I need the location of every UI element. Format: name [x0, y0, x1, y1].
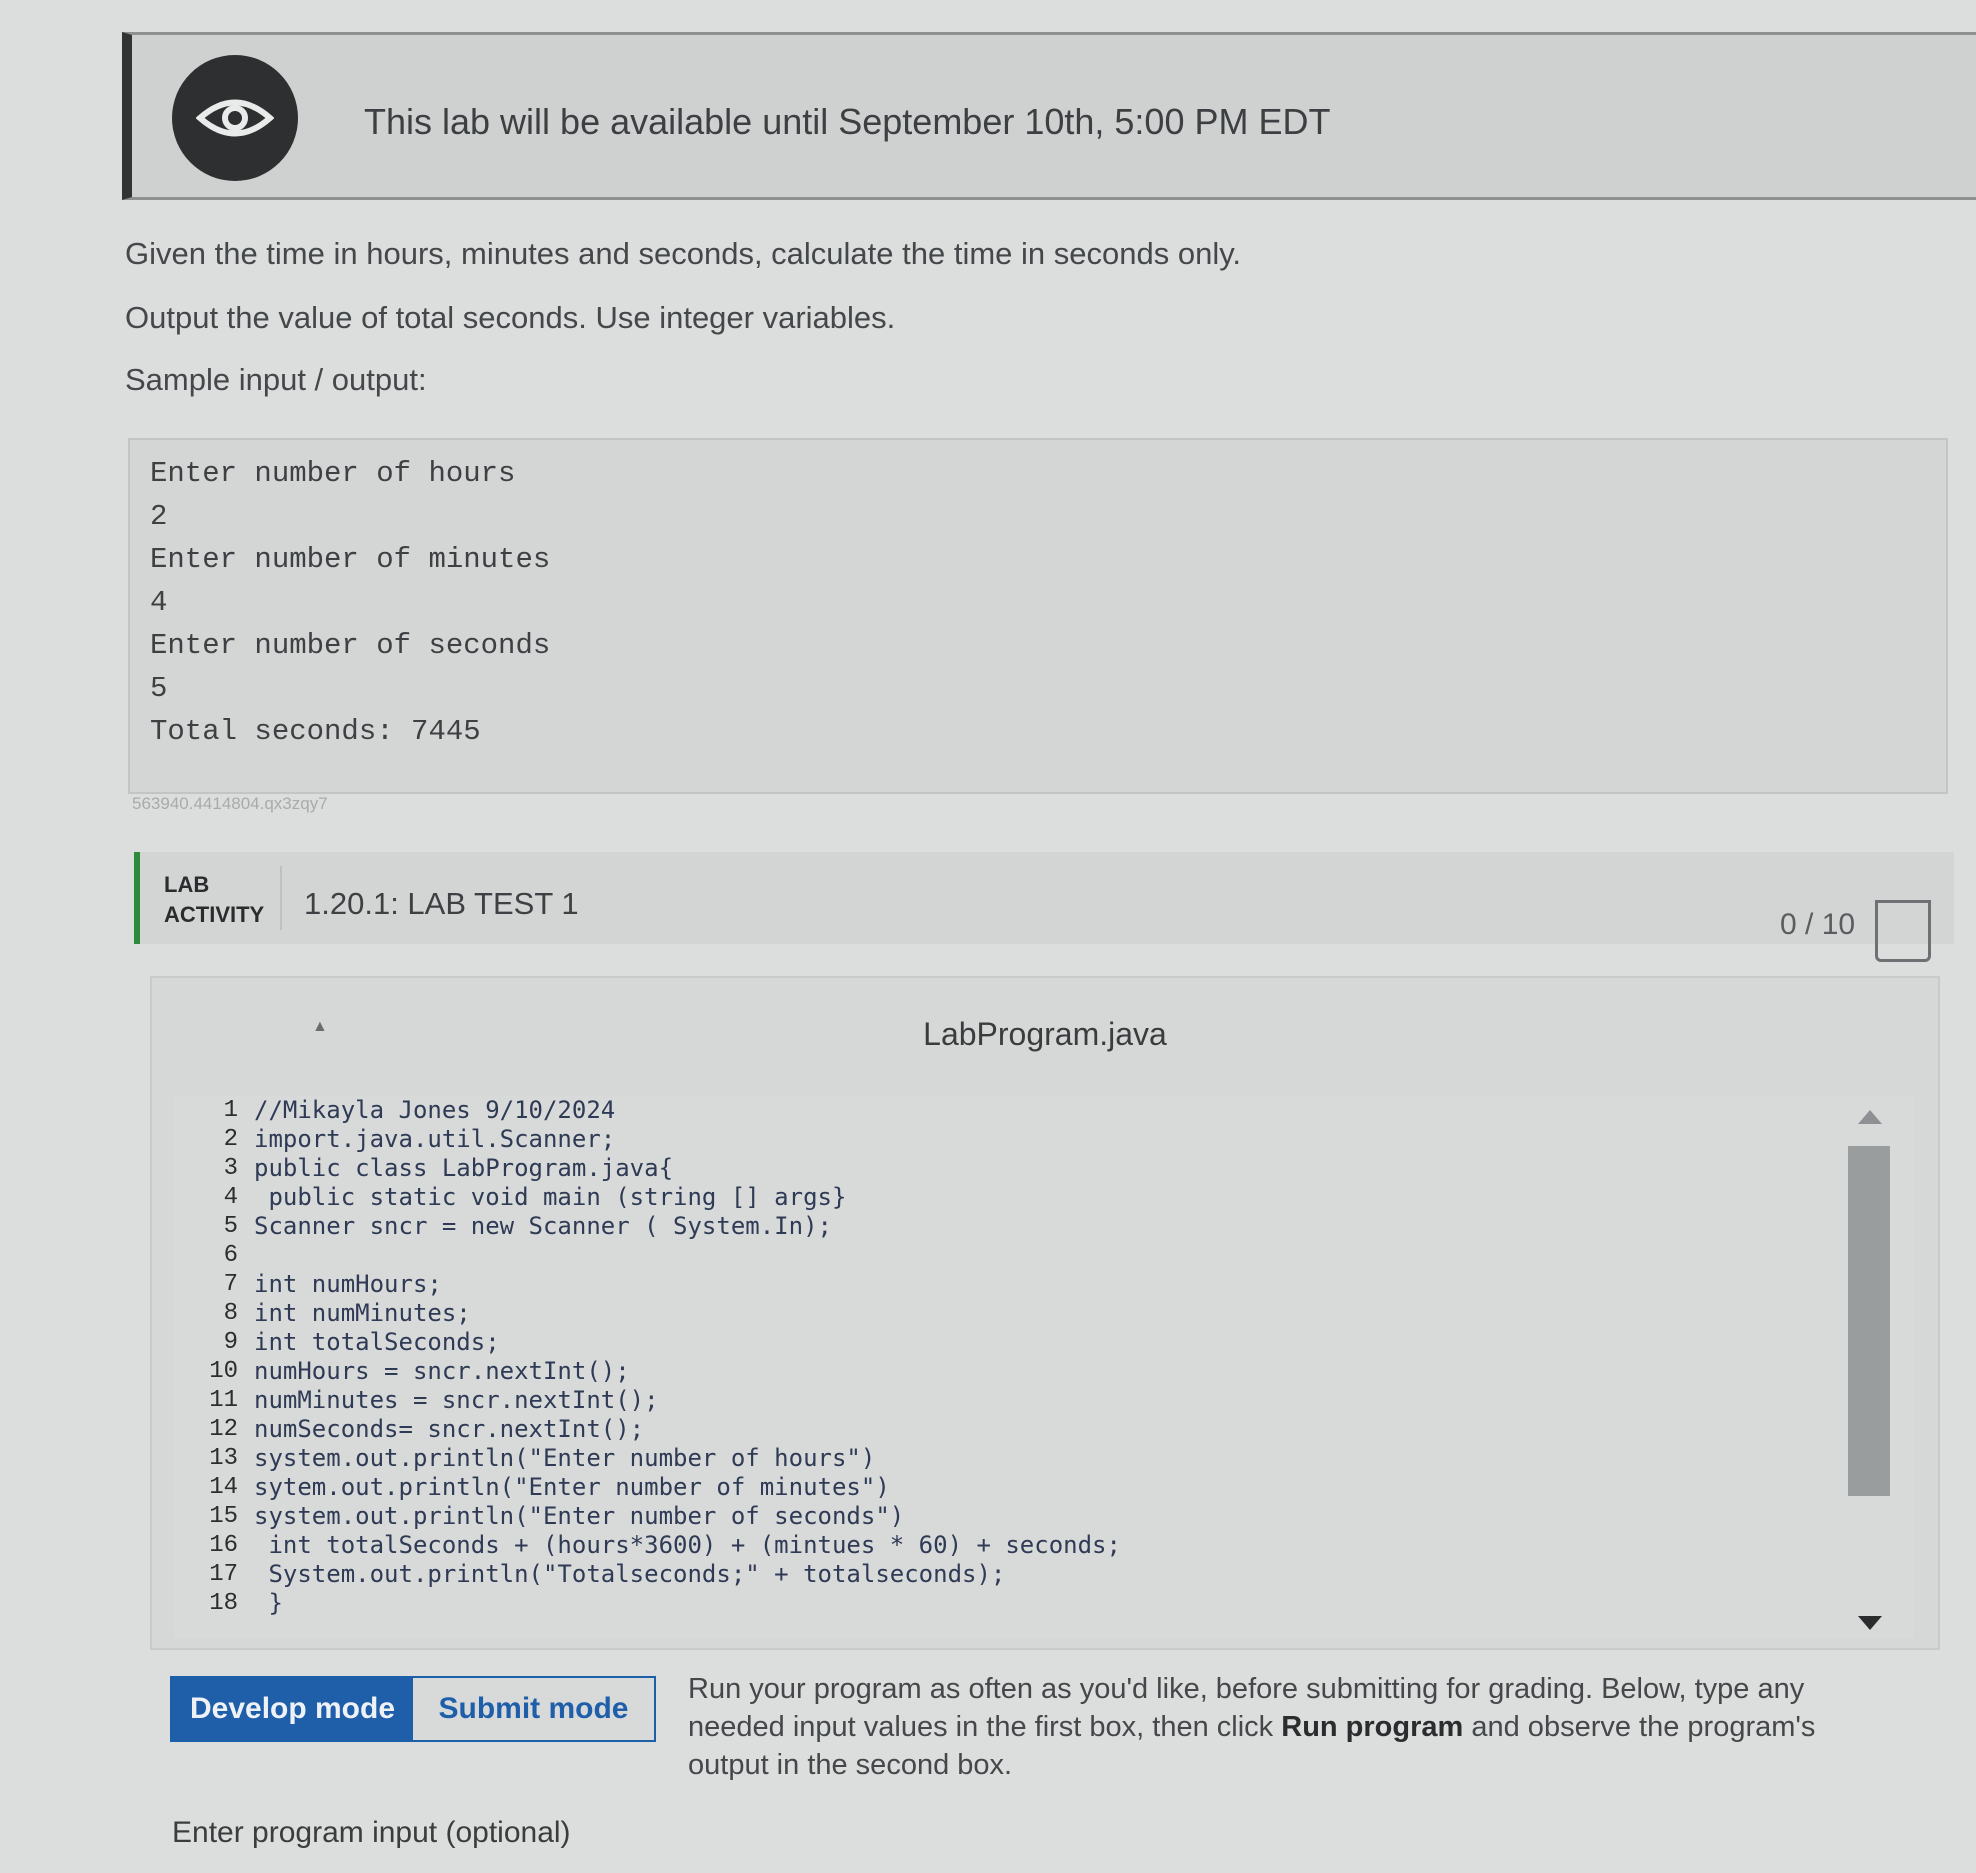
code-line: 15 system.out.println("Enter number of se… [174, 1502, 904, 1531]
code-line: 9 int totalSeconds; [174, 1328, 500, 1357]
line-number: 4 [223, 1184, 238, 1211]
line-number: 1 [223, 1097, 238, 1124]
line-number: 12 [209, 1416, 238, 1443]
line-number: 16 [209, 1532, 238, 1559]
code-line: 14 sytem.out.println("Enter number of min… [174, 1473, 890, 1502]
sample-io-line: 4 [150, 586, 168, 619]
code-line: 4 public static void main (string [] arg… [174, 1183, 847, 1212]
score-badge-icon [1875, 900, 1931, 962]
code-text: public static void main (string [] args} [254, 1183, 847, 1211]
line-number: 13 [209, 1445, 238, 1472]
code-text: system.out.println("Enter number of hour… [254, 1444, 876, 1472]
code-text: numMinutes = sncr.nextInt(); [254, 1386, 659, 1414]
code-text: numHours = sncr.nextInt(); [254, 1357, 630, 1385]
sample-io-label: Sample input / output: [125, 362, 427, 397]
line-number: 5 [223, 1213, 238, 1240]
code-text: int totalSeconds + (hours*3600) + (mintu… [254, 1531, 1121, 1559]
availability-banner: This lab will be available until Septemb… [122, 32, 1976, 200]
line-number: 17 [209, 1561, 238, 1588]
code-text: sytem.out.println("Enter number of minut… [254, 1473, 890, 1501]
code-line: 3 public class LabProgram.java{ [174, 1154, 673, 1183]
code-line: 1 //Mikayla Jones 9/10/2024 [174, 1096, 616, 1125]
sample-io-line: Enter number of minutes [150, 543, 551, 576]
code-line: 16 int totalSeconds + (hours*3600) + (mi… [174, 1531, 1121, 1560]
line-number: 6 [223, 1242, 238, 1269]
line-number: 18 [209, 1590, 238, 1617]
code-line: 2 import.java.util.Scanner; [174, 1125, 616, 1154]
line-number: 10 [209, 1358, 238, 1385]
lab-score: 0 / 10 [1780, 908, 1856, 941]
code-text: Scanner sncr = new Scanner ( System.In); [254, 1212, 832, 1240]
code-line: 5 Scanner sncr = new Scanner ( System.In)… [174, 1212, 832, 1241]
code-text: int numHours; [254, 1270, 442, 1298]
divider [280, 866, 282, 930]
submit-mode-button[interactable]: Submit mode [413, 1678, 654, 1740]
sample-io-lines: Enter number of hours 2 Enter number of … [150, 452, 550, 753]
develop-mode-button[interactable]: Develop mode [172, 1678, 413, 1740]
line-number: 7 [223, 1271, 238, 1298]
code-line: 11 numMinutes = sncr.nextInt(); [174, 1386, 658, 1415]
code-editor-panel: ▲ LabProgram.java 1//Mikayla Jones 9/10/… [150, 976, 1940, 1650]
scroll-thumb[interactable] [1848, 1146, 1890, 1496]
lab-activity-header: LAB ACTIVITY 1.20.1: LAB TEST 1 0 / 10 [134, 852, 1954, 962]
sample-io-line: 5 [150, 672, 168, 705]
code-line: 13 system.out.println("Enter number of ho… [174, 1444, 875, 1473]
lab-title: 1.20.1: LAB TEST 1 [304, 886, 579, 921]
scroll-up-icon[interactable] [1858, 1110, 1882, 1124]
sample-io-line: Total seconds: 7445 [150, 715, 481, 748]
lab-activity-tag: LAB ACTIVITY [164, 870, 264, 930]
line-number: 14 [209, 1474, 238, 1501]
program-input-label: Enter program input (optional) [172, 1816, 571, 1849]
code-text: numSeconds= sncr.nextInt(); [254, 1415, 645, 1443]
line-number: 15 [209, 1503, 238, 1530]
availability-text: This lab will be available until Septemb… [364, 101, 1331, 142]
code-text: import.java.util.Scanner; [254, 1125, 616, 1153]
lab-tag-line: LAB [164, 872, 210, 897]
line-number: 9 [223, 1329, 238, 1356]
line-number: 3 [223, 1155, 238, 1182]
editor-scrollbar[interactable] [1846, 1110, 1892, 1630]
code-line: 10 numHours = sncr.nextInt(); [174, 1357, 630, 1386]
code-line: 6 [174, 1241, 238, 1270]
sample-io-line: Enter number of seconds [150, 629, 551, 662]
instruction-text: Output the value of total seconds. Use i… [125, 300, 896, 335]
code-lines: 1 //Mikayla Jones 9/10/2024 2 import.java.u… [174, 1096, 1121, 1618]
scroll-down-icon[interactable] [1858, 1616, 1882, 1630]
file-name: LabProgram.java [923, 1016, 1167, 1052]
run-program-emphasis: Run program [1281, 1711, 1464, 1743]
eye-icon [172, 55, 298, 181]
mode-help-text: Run your program as often as you'd like,… [688, 1670, 1888, 1784]
lab-tag-line: ACTIVITY [164, 902, 265, 927]
code-text: } [254, 1589, 283, 1617]
code-editor[interactable]: 1 //Mikayla Jones 9/10/2024 2 import.java.u… [174, 1096, 1914, 1638]
code-line: 17 System.out.println("Totalseconds;" + … [174, 1560, 1005, 1589]
code-text: System.out.println("Totalseconds;" + tot… [254, 1560, 1006, 1588]
code-text: int totalSeconds; [254, 1328, 500, 1356]
sample-io-box: Enter number of hours 2 Enter number of … [128, 438, 1948, 794]
code-text: int numMinutes; [254, 1299, 471, 1327]
code-line: 12 numSeconds= sncr.nextInt(); [174, 1415, 644, 1444]
code-line: 7 int numHours; [174, 1270, 442, 1299]
instruction-text: Given the time in hours, minutes and sec… [125, 236, 1242, 271]
code-text: //Mikayla Jones 9/10/2024 [254, 1096, 616, 1124]
sample-io-line: Enter number of hours [150, 457, 516, 490]
code-text: system.out.println("Enter number of seco… [254, 1502, 905, 1530]
code-line: 18 } [174, 1589, 283, 1618]
line-number: 11 [209, 1387, 238, 1414]
code-text: public class LabProgram.java{ [254, 1154, 674, 1182]
mode-toggle: Develop mode Submit mode [170, 1676, 656, 1742]
reference-id: 563940.4414804.qx3zqy7 [132, 794, 328, 813]
line-number: 8 [223, 1300, 238, 1327]
line-number: 2 [223, 1126, 238, 1153]
code-line: 8 int numMinutes; [174, 1299, 471, 1328]
sample-io-line: 2 [150, 500, 168, 533]
